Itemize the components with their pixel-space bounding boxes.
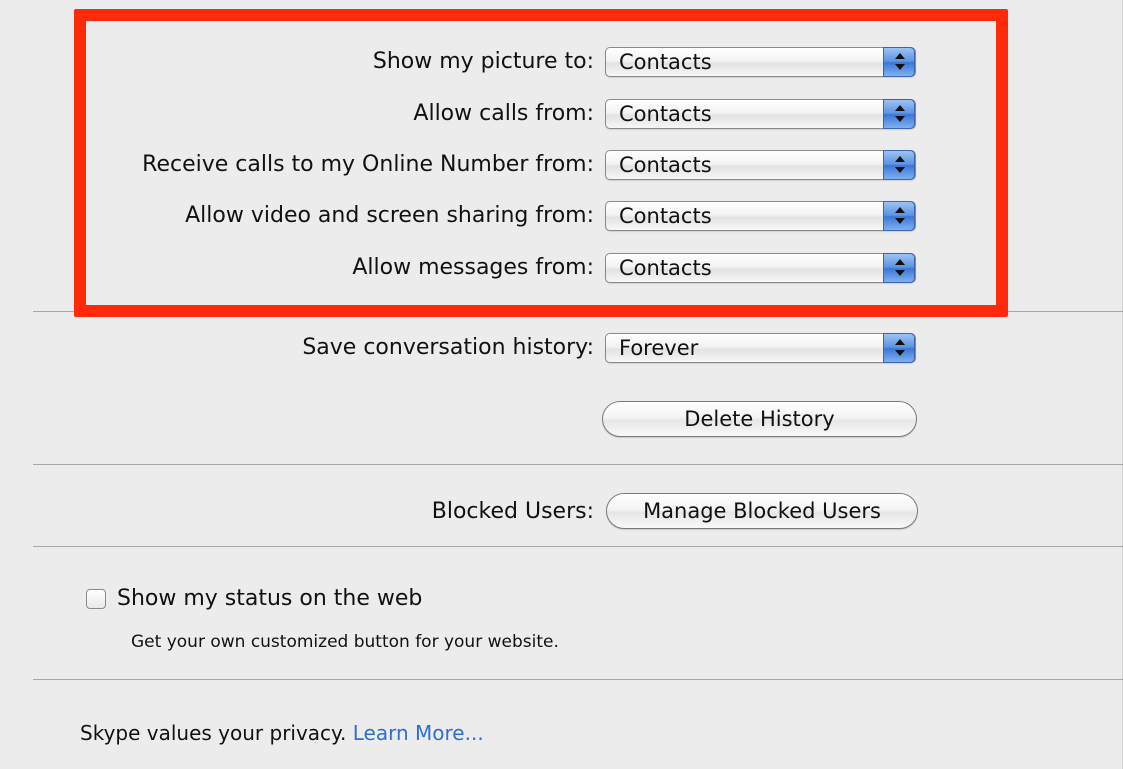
allow-calls-popup[interactable]: Contacts [605,99,916,129]
privacy-settings-panel: Show my picture to: Contacts Allow calls… [0,0,1123,769]
show-status-checkbox[interactable] [86,589,106,609]
online-number-popup[interactable]: Contacts [605,150,916,180]
history-label: Save conversation history: [302,335,594,360]
video-sharing-popup[interactable]: Contacts [605,201,916,231]
blocked-users-label: Blocked Users: [431,499,594,524]
divider [33,679,1123,680]
popup-arrows-icon [883,333,915,363]
privacy-footer: Skype values your privacy. Learn More... [80,718,484,748]
allow-messages-popup[interactable]: Contacts [605,253,916,283]
popup-value: Forever [619,336,699,360]
popup-arrows-icon [883,201,915,231]
show-picture-popup[interactable]: Contacts [605,47,916,77]
popup-value: Contacts [619,204,712,228]
popup-arrows-icon [883,253,915,283]
divider [33,464,1123,465]
popup-value: Contacts [619,50,712,74]
video-sharing-label: Allow video and screen sharing from: [185,203,594,228]
allow-messages-label: Allow messages from: [352,255,594,280]
popup-value: Contacts [619,102,712,126]
history-popup[interactable]: Forever [605,333,916,363]
divider [33,546,1123,547]
delete-history-button[interactable]: Delete History [602,401,917,437]
online-number-label: Receive calls to my Online Number from: [142,152,594,177]
learn-more-link[interactable]: Learn More... [353,721,484,745]
privacy-footer-text: Skype values your privacy. [80,721,347,745]
show-status-description: Get your own customized button for your … [131,632,559,652]
popup-arrows-icon [883,99,915,129]
allow-calls-label: Allow calls from: [413,101,594,126]
popup-arrows-icon [883,47,915,77]
show-status-label[interactable]: Show my status on the web [117,584,422,614]
divider [33,311,1123,312]
popup-value: Contacts [619,153,712,177]
manage-blocked-users-button[interactable]: Manage Blocked Users [606,493,918,529]
popup-value: Contacts [619,256,712,280]
popup-arrows-icon [883,150,915,180]
show-picture-label: Show my picture to: [372,49,594,74]
